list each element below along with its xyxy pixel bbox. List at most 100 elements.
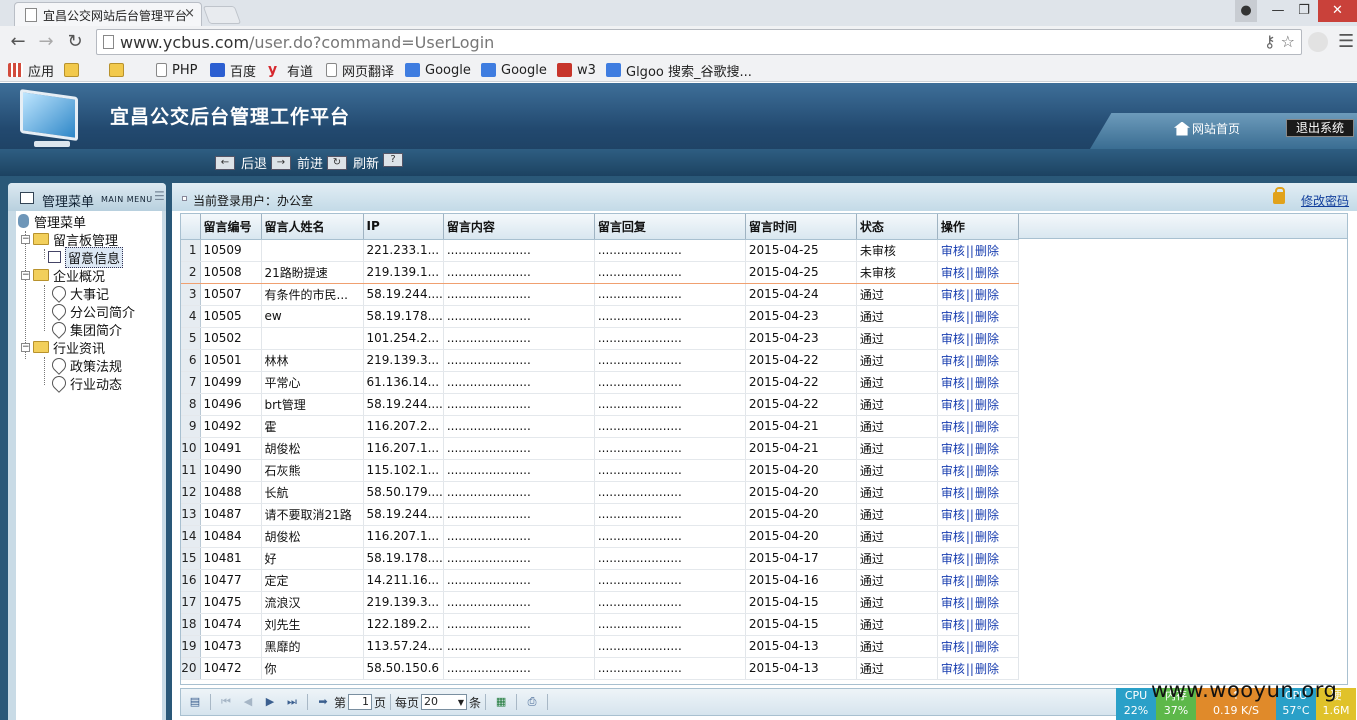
review-link[interactable]: 审核 — [941, 376, 965, 390]
delete-link[interactable]: 删除 — [975, 662, 999, 676]
table-row[interactable]: 4 10505 ew 58.19.178.......................… — [181, 305, 1019, 328]
page-size-icon[interactable]: ▤ — [187, 694, 203, 710]
delete-link[interactable]: 删除 — [975, 574, 999, 588]
collapse-toggle-icon[interactable]: − — [21, 270, 30, 280]
key-icon[interactable]: ⚷ — [1264, 32, 1276, 51]
minimize-icon[interactable]: — — [1264, 0, 1292, 22]
sidebar-item-message-info[interactable]: 留意信息 — [48, 246, 124, 268]
column-header[interactable]: 操作 — [937, 214, 1019, 240]
bookmark-youdao[interactable]: y 有道 — [268, 61, 313, 80]
table-row[interactable]: 5 10502 101.254.2.........................… — [181, 327, 1019, 350]
export-excel-icon[interactable]: ▦ — [493, 694, 509, 710]
reload-icon[interactable]: ↻ — [63, 30, 87, 54]
review-link[interactable]: 审核 — [941, 442, 965, 456]
bookmark-apps[interactable]: 应用 — [8, 61, 54, 80]
help-button[interactable]: ? — [383, 153, 409, 167]
review-link[interactable]: 审核 — [941, 354, 965, 368]
close-window-icon[interactable]: ✕ — [1318, 0, 1357, 22]
review-link[interactable]: 审核 — [941, 530, 965, 544]
review-link[interactable]: 审核 — [941, 398, 965, 412]
bookmark-folder-1[interactable] — [64, 61, 84, 79]
review-link[interactable]: 审核 — [941, 332, 965, 346]
table-row[interactable]: 14 10484 胡俊松 116.207.1.....................… — [181, 525, 1019, 548]
table-row[interactable]: 13 10487 请不要取消21路 58.19.244................… — [181, 503, 1019, 526]
url-text[interactable]: www.ycbus.com/user.do?command=UserLogin — [120, 33, 494, 52]
review-link[interactable]: 审核 — [941, 640, 965, 654]
last-page-icon[interactable]: ⏭ — [284, 694, 300, 710]
delete-link[interactable]: 删除 — [975, 508, 999, 522]
forward-button[interactable]: → 前进 — [271, 153, 323, 172]
delete-link[interactable]: 删除 — [975, 552, 999, 566]
sidebar-item-industry-trends[interactable]: 行业动态 — [49, 373, 122, 393]
column-header[interactable]: 状态 — [856, 214, 938, 240]
sidebar-item-branches[interactable]: 分公司简介 — [49, 301, 135, 321]
delete-link[interactable]: 删除 — [975, 244, 999, 258]
review-link[interactable]: 审核 — [941, 244, 965, 258]
delete-link[interactable]: 删除 — [975, 596, 999, 610]
bookmark-folder-2[interactable] — [109, 61, 129, 79]
print-icon[interactable]: ⎙ — [524, 694, 540, 710]
review-link[interactable]: 审核 — [941, 310, 965, 324]
delete-link[interactable]: 删除 — [975, 486, 999, 500]
collapse-toggle-icon[interactable]: − — [21, 342, 30, 352]
back-button[interactable]: ← 后退 — [215, 153, 267, 172]
delete-link[interactable]: 删除 — [975, 310, 999, 324]
page-number-input[interactable]: 1 — [348, 694, 373, 710]
forward-arrow-icon[interactable]: → — [34, 30, 58, 54]
delete-link[interactable]: 删除 — [975, 266, 999, 280]
table-row[interactable]: 11 10490 石灰熊 115.102.1.....................… — [181, 459, 1019, 482]
back-arrow-icon[interactable]: ← — [6, 30, 30, 54]
bookmark-glgoo[interactable]: Glgoo 搜索_谷歌搜... — [606, 61, 752, 80]
per-page-select[interactable]: 20 — [421, 694, 468, 710]
browser-tab[interactable]: 宜昌公交网站后台管理平台 × — [14, 2, 202, 26]
review-link[interactable]: 审核 — [941, 420, 965, 434]
key-and-star-icons[interactable]: ⚷ ☆ — [1264, 32, 1295, 51]
delete-link[interactable]: 删除 — [975, 354, 999, 368]
table-row[interactable]: 8 10496 brt管理 58.19.244....................… — [181, 393, 1019, 416]
bookmark-star-icon[interactable]: ☆ — [1281, 32, 1295, 51]
table-row[interactable]: 17 10475 流浪汉 219.139.3.....................… — [181, 591, 1019, 614]
user-profile-icon[interactable]: ● — [1235, 0, 1257, 22]
sidebar-item-group-intro[interactable]: 集团简介 — [49, 319, 122, 339]
sidebar-group-company-overview[interactable]: − 企业概况 — [21, 266, 105, 285]
address-bar[interactable]: www.ycbus.com/user.do?command=UserLogin … — [96, 29, 1302, 55]
table-row[interactable]: 2 10508 21路盼提速 219.139.1...................… — [181, 261, 1019, 284]
table-row[interactable]: 18 10474 刘先生 122.189.2.....................… — [181, 613, 1019, 636]
review-link[interactable]: 审核 — [941, 618, 965, 632]
delete-link[interactable]: 删除 — [975, 420, 999, 434]
collapse-toggle-icon[interactable]: − — [21, 234, 30, 244]
review-link[interactable]: 审核 — [941, 464, 965, 478]
review-link[interactable]: 审核 — [941, 486, 965, 500]
table-row[interactable]: 16 10477 定定 14.211.16......................… — [181, 569, 1019, 592]
table-row[interactable]: 7 10499 平常心 61.136.14......................… — [181, 371, 1019, 394]
review-link[interactable]: 审核 — [941, 288, 965, 302]
column-header[interactable]: 留言编号 — [200, 214, 262, 240]
table-row[interactable]: 1 10509 221.233.1.........................… — [181, 239, 1019, 262]
review-link[interactable]: 审核 — [941, 266, 965, 280]
restore-icon[interactable]: ❐ — [1290, 0, 1318, 22]
next-page-icon[interactable]: ▶ — [262, 694, 278, 710]
delete-link[interactable]: 删除 — [975, 530, 999, 544]
table-row[interactable]: 19 10473 黑靡的 113.57.24.....................… — [181, 635, 1019, 658]
collapse-menu-icon[interactable]: ☰ — [154, 189, 165, 203]
column-header[interactable]: 留言时间 — [745, 214, 857, 240]
first-page-icon[interactable]: ⏮ — [218, 694, 234, 710]
column-header[interactable]: 留言人姓名 — [261, 214, 364, 240]
column-header[interactable]: 留言内容 — [443, 214, 595, 240]
bookmark-google-2[interactable]: Google — [481, 61, 547, 79]
review-link[interactable]: 审核 — [941, 508, 965, 522]
delete-link[interactable]: 删除 — [975, 332, 999, 346]
review-link[interactable]: 审核 — [941, 574, 965, 588]
hamburger-menu-icon[interactable]: ☰ — [1338, 31, 1354, 52]
refresh-button[interactable]: ↻ 刷新 — [327, 153, 379, 172]
home-link[interactable]: 网站首页 — [1174, 120, 1240, 137]
tree-root[interactable]: 管理菜单 — [18, 212, 86, 231]
tab-close-icon[interactable]: × — [184, 6, 195, 21]
go-page-icon[interactable]: ➡ — [315, 694, 331, 710]
delete-link[interactable]: 删除 — [975, 376, 999, 390]
table-row[interactable]: 6 10501 林林 219.139.3.......................… — [181, 349, 1019, 372]
table-row[interactable]: 10 10491 胡俊松 116.207.1.....................… — [181, 437, 1019, 460]
column-header[interactable]: 留言回复 — [594, 214, 746, 240]
extension-icon[interactable] — [1308, 32, 1328, 52]
table-row[interactable]: 15 10481 好 58.19.178.......................… — [181, 547, 1019, 570]
